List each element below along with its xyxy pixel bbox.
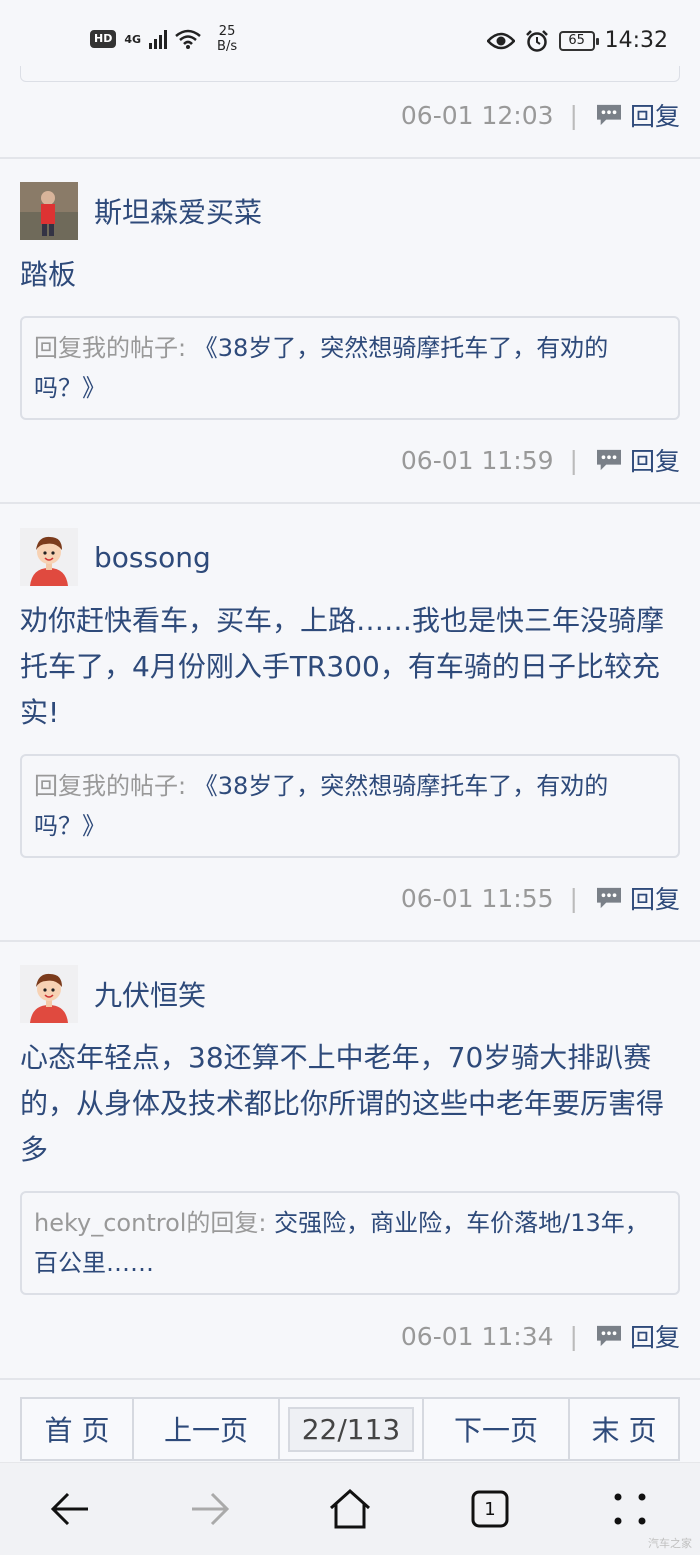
- page-number-selector[interactable]: 22/113: [280, 1399, 424, 1459]
- watermark: 汽车之家: [648, 1537, 692, 1550]
- divider: [0, 1378, 700, 1380]
- home-icon: [329, 1488, 371, 1529]
- avatar[interactable]: [20, 528, 78, 586]
- quote-box[interactable]: heky_control的回复: 交强险，商业险，车价落地/13年，百公里……: [20, 1191, 680, 1295]
- quote-label: heky_control的回复:: [34, 1209, 267, 1237]
- forward-button[interactable]: [170, 1479, 250, 1539]
- post-content: 踏板: [20, 258, 77, 291]
- post-meta: 06-01 11:59 | 回复: [400, 442, 680, 478]
- net-speed: 25 B/s: [217, 24, 238, 54]
- last-page-button[interactable]: 末 页: [570, 1399, 678, 1459]
- reply-button[interactable]: 回复: [594, 1318, 680, 1354]
- separator: |: [569, 1321, 578, 1351]
- comment-icon: [596, 1325, 621, 1347]
- back-button[interactable]: [30, 1479, 110, 1539]
- avatar[interactable]: [20, 965, 78, 1023]
- post-time: 06-01 11:59: [400, 445, 554, 475]
- username[interactable]: bossong: [94, 541, 211, 574]
- browser-nav-bar: 1 汽车之家: [0, 1462, 700, 1555]
- quote-box-partial: [20, 66, 680, 82]
- arrow-right-icon: [192, 1492, 230, 1526]
- alarm-icon: [525, 29, 548, 52]
- reply-button[interactable]: 回复: [594, 442, 680, 478]
- eye-icon: [486, 32, 515, 49]
- username[interactable]: 斯坦森爱买菜: [94, 191, 262, 231]
- pagination: 首 页 上一页 22/113 下一页 末 页: [20, 1397, 680, 1461]
- reply-button[interactable]: 回复: [594, 880, 680, 916]
- post-content: 心态年轻点，38还算不上中老年，70岁骑大排趴赛的，从身体及技术都比你所谓的这些…: [20, 1041, 665, 1166]
- username[interactable]: 九伏恒笑: [94, 974, 206, 1014]
- menu-dots-icon: [614, 1493, 646, 1525]
- quote-box[interactable]: 回复我的帖子: 《38岁了，突然想骑摩托车了，有劝的吗？》: [20, 754, 680, 858]
- comment-icon: [596, 449, 621, 471]
- post-time: 06-01 11:34: [400, 1321, 554, 1351]
- tabs-button[interactable]: 1: [450, 1479, 530, 1539]
- post-meta: 06-01 11:34 | 回复: [400, 1318, 680, 1354]
- post-meta: 06-01 12:03 | 回复: [400, 97, 680, 133]
- clock: 14:32: [604, 28, 668, 53]
- post-item: 斯坦森爱买菜 踏板 回复我的帖子: 《38岁了，突然想骑摩托车了，有劝的吗？》: [20, 182, 680, 420]
- signal-icon: [149, 29, 168, 49]
- wifi-icon: [175, 29, 201, 49]
- comment-icon: [596, 104, 621, 126]
- status-bar: HD 4G 25 B/s 65 14:32: [0, 0, 700, 68]
- divider: [0, 502, 700, 504]
- network-type: 4G: [124, 32, 142, 46]
- divider: [0, 940, 700, 942]
- post-item: 九伏恒笑 心态年轻点，38还算不上中老年，70岁骑大排趴赛的，从身体及技术都比你…: [20, 965, 680, 1295]
- quote-box[interactable]: 回复我的帖子: 《38岁了，突然想骑摩托车了，有劝的吗？》: [20, 316, 680, 420]
- comment-icon: [596, 887, 621, 909]
- next-page-button[interactable]: 下一页: [424, 1399, 570, 1459]
- divider: [0, 157, 700, 159]
- home-button[interactable]: [310, 1479, 390, 1539]
- post-content: 劝你赶快看车，买车，上路……我也是快三年没骑摩托车了，4月份刚入手TR300，有…: [20, 604, 665, 729]
- quote-label: 回复我的帖子:: [34, 334, 187, 362]
- battery-icon: 65: [558, 30, 599, 51]
- first-page-button[interactable]: 首 页: [22, 1399, 134, 1459]
- post-time: 06-01 11:55: [400, 883, 554, 913]
- post-meta: 06-01 11:55 | 回复: [400, 880, 680, 916]
- separator: |: [569, 100, 578, 130]
- prev-page-button[interactable]: 上一页: [134, 1399, 280, 1459]
- reply-button[interactable]: 回复: [594, 97, 680, 133]
- post-time: 06-01 12:03: [400, 100, 554, 130]
- avatar[interactable]: [20, 182, 78, 240]
- menu-button[interactable]: [590, 1479, 670, 1539]
- arrow-left-icon: [50, 1492, 88, 1526]
- separator: |: [569, 883, 578, 913]
- page-number: 22/113: [287, 1406, 415, 1452]
- post-item: bossong 劝你赶快看车，买车，上路……我也是快三年没骑摩托车了，4月份刚入…: [20, 528, 680, 858]
- tab-count: 1: [484, 1498, 496, 1520]
- separator: |: [569, 445, 578, 475]
- hd-icon: HD: [90, 30, 117, 48]
- quote-label: 回复我的帖子:: [34, 772, 187, 800]
